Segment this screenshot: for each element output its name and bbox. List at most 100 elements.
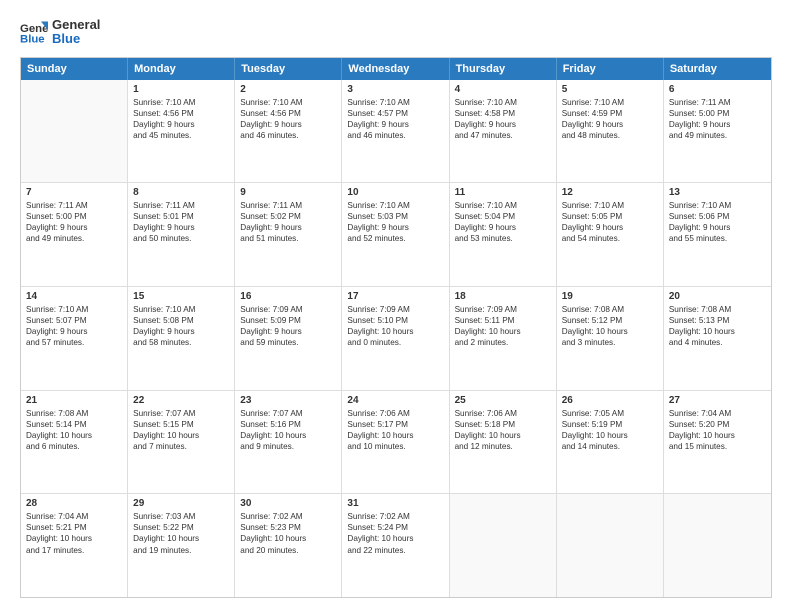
- day-info-line: and 15 minutes.: [669, 441, 766, 452]
- day-number: 9: [240, 187, 336, 198]
- day-number: 13: [669, 187, 766, 198]
- day-info-line: Daylight: 10 hours: [347, 326, 443, 337]
- day-info-line: Sunset: 5:20 PM: [669, 419, 766, 430]
- day-number: 5: [562, 84, 658, 95]
- day-info-line: Sunrise: 7:10 AM: [26, 304, 122, 315]
- day-number: 30: [240, 498, 336, 509]
- day-info-line: Sunset: 5:14 PM: [26, 419, 122, 430]
- day-cell-26: 26Sunrise: 7:05 AMSunset: 5:19 PMDayligh…: [557, 391, 664, 494]
- header: General Blue General Blue: [20, 18, 772, 47]
- calendar-header-row: SundayMondayTuesdayWednesdayThursdayFrid…: [21, 58, 771, 80]
- day-info-line: and 2 minutes.: [455, 337, 551, 348]
- day-info-line: Sunset: 4:59 PM: [562, 108, 658, 119]
- day-info-line: Sunrise: 7:08 AM: [669, 304, 766, 315]
- day-info-line: Daylight: 9 hours: [669, 222, 766, 233]
- day-info-line: Sunrise: 7:11 AM: [26, 200, 122, 211]
- day-info-line: and 57 minutes.: [26, 337, 122, 348]
- day-info-line: Daylight: 9 hours: [133, 222, 229, 233]
- day-info-line: Sunset: 5:06 PM: [669, 211, 766, 222]
- day-info-line: Sunrise: 7:10 AM: [669, 200, 766, 211]
- day-info-line: and 9 minutes.: [240, 441, 336, 452]
- day-number: 8: [133, 187, 229, 198]
- day-cell-25: 25Sunrise: 7:06 AMSunset: 5:18 PMDayligh…: [450, 391, 557, 494]
- logo-icon: General Blue: [20, 18, 48, 46]
- weekday-header-wednesday: Wednesday: [342, 58, 449, 80]
- day-info-line: Daylight: 9 hours: [240, 119, 336, 130]
- calendar-week-5: 28Sunrise: 7:04 AMSunset: 5:21 PMDayligh…: [21, 494, 771, 597]
- day-info-line: Daylight: 9 hours: [240, 326, 336, 337]
- day-number: 3: [347, 84, 443, 95]
- day-info-line: Daylight: 9 hours: [455, 222, 551, 233]
- svg-text:Blue: Blue: [20, 34, 45, 46]
- day-info-line: Daylight: 9 hours: [133, 119, 229, 130]
- day-cell-1: 1Sunrise: 7:10 AMSunset: 4:56 PMDaylight…: [128, 80, 235, 183]
- day-cell-27: 27Sunrise: 7:04 AMSunset: 5:20 PMDayligh…: [664, 391, 771, 494]
- day-cell-4: 4Sunrise: 7:10 AMSunset: 4:58 PMDaylight…: [450, 80, 557, 183]
- day-number: 4: [455, 84, 551, 95]
- day-info-line: and 47 minutes.: [455, 130, 551, 141]
- day-info-line: and 10 minutes.: [347, 441, 443, 452]
- day-info-line: Sunrise: 7:10 AM: [455, 97, 551, 108]
- day-cell-23: 23Sunrise: 7:07 AMSunset: 5:16 PMDayligh…: [235, 391, 342, 494]
- day-info-line: Daylight: 9 hours: [562, 119, 658, 130]
- day-number: 14: [26, 291, 122, 302]
- day-info-line: Sunrise: 7:06 AM: [347, 408, 443, 419]
- day-info-line: Sunset: 5:19 PM: [562, 419, 658, 430]
- day-info-line: Sunset: 4:56 PM: [240, 108, 336, 119]
- day-info-line: Sunrise: 7:03 AM: [133, 511, 229, 522]
- day-info-line: Daylight: 10 hours: [240, 533, 336, 544]
- weekday-header-monday: Monday: [128, 58, 235, 80]
- day-cell-29: 29Sunrise: 7:03 AMSunset: 5:22 PMDayligh…: [128, 494, 235, 597]
- day-info-line: and 7 minutes.: [133, 441, 229, 452]
- day-number: 1: [133, 84, 229, 95]
- day-cell-9: 9Sunrise: 7:11 AMSunset: 5:02 PMDaylight…: [235, 183, 342, 286]
- day-info-line: Sunset: 5:13 PM: [669, 315, 766, 326]
- day-info-line: Sunrise: 7:09 AM: [240, 304, 336, 315]
- day-info-line: Sunrise: 7:09 AM: [455, 304, 551, 315]
- day-cell-20: 20Sunrise: 7:08 AMSunset: 5:13 PMDayligh…: [664, 287, 771, 390]
- day-number: 22: [133, 395, 229, 406]
- day-info-line: and 55 minutes.: [669, 233, 766, 244]
- day-info-line: Sunrise: 7:11 AM: [669, 97, 766, 108]
- day-cell-16: 16Sunrise: 7:09 AMSunset: 5:09 PMDayligh…: [235, 287, 342, 390]
- calendar-body: 1Sunrise: 7:10 AMSunset: 4:56 PMDaylight…: [21, 80, 771, 597]
- weekday-header-tuesday: Tuesday: [235, 58, 342, 80]
- day-number: 18: [455, 291, 551, 302]
- day-info-line: and 46 minutes.: [240, 130, 336, 141]
- day-info-line: Sunrise: 7:10 AM: [240, 97, 336, 108]
- day-info-line: Sunrise: 7:05 AM: [562, 408, 658, 419]
- day-info-line: Sunset: 5:07 PM: [26, 315, 122, 326]
- day-info-line: Daylight: 9 hours: [133, 326, 229, 337]
- day-info-line: Daylight: 10 hours: [455, 430, 551, 441]
- day-cell-15: 15Sunrise: 7:10 AMSunset: 5:08 PMDayligh…: [128, 287, 235, 390]
- day-info-line: and 48 minutes.: [562, 130, 658, 141]
- day-info-line: Sunrise: 7:10 AM: [347, 97, 443, 108]
- day-cell-31: 31Sunrise: 7:02 AMSunset: 5:24 PMDayligh…: [342, 494, 449, 597]
- day-info-line: Sunrise: 7:04 AM: [669, 408, 766, 419]
- day-cell-6: 6Sunrise: 7:11 AMSunset: 5:00 PMDaylight…: [664, 80, 771, 183]
- day-info-line: Sunset: 5:01 PM: [133, 211, 229, 222]
- calendar-week-2: 7Sunrise: 7:11 AMSunset: 5:00 PMDaylight…: [21, 183, 771, 287]
- day-info-line: and 53 minutes.: [455, 233, 551, 244]
- day-info-line: Sunrise: 7:10 AM: [133, 97, 229, 108]
- logo: General Blue General Blue: [20, 18, 100, 47]
- empty-cell: [450, 494, 557, 597]
- day-cell-5: 5Sunrise: 7:10 AMSunset: 4:59 PMDaylight…: [557, 80, 664, 183]
- weekday-header-thursday: Thursday: [450, 58, 557, 80]
- day-info-line: and 59 minutes.: [240, 337, 336, 348]
- day-cell-10: 10Sunrise: 7:10 AMSunset: 5:03 PMDayligh…: [342, 183, 449, 286]
- day-info-line: and 17 minutes.: [26, 545, 122, 556]
- day-cell-7: 7Sunrise: 7:11 AMSunset: 5:00 PMDaylight…: [21, 183, 128, 286]
- day-info-line: and 54 minutes.: [562, 233, 658, 244]
- day-info-line: and 20 minutes.: [240, 545, 336, 556]
- calendar-week-1: 1Sunrise: 7:10 AMSunset: 4:56 PMDaylight…: [21, 80, 771, 184]
- day-info-line: Sunset: 5:00 PM: [669, 108, 766, 119]
- day-info-line: Daylight: 10 hours: [240, 430, 336, 441]
- day-info-line: and 51 minutes.: [240, 233, 336, 244]
- day-info-line: Sunrise: 7:07 AM: [133, 408, 229, 419]
- day-number: 21: [26, 395, 122, 406]
- day-info-line: Daylight: 9 hours: [240, 222, 336, 233]
- day-cell-13: 13 Sunrise: 7:10 AMSunset: 5:06 PMDayligh…: [664, 183, 771, 286]
- day-info-line: and 6 minutes.: [26, 441, 122, 452]
- day-info-line: Daylight: 9 hours: [26, 222, 122, 233]
